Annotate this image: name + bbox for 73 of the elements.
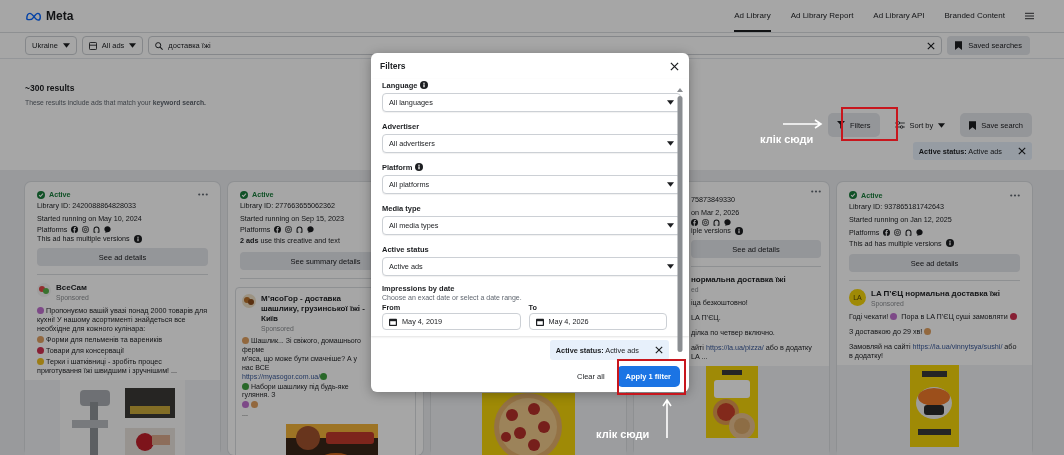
emoji-icon (242, 382, 249, 390)
search-icon (155, 41, 164, 50)
menu-icon[interactable] (1025, 12, 1034, 20)
caret-icon (667, 100, 674, 105)
bookmark-icon (955, 41, 963, 50)
emoji-icon (890, 313, 898, 320)
emoji-icon (37, 307, 44, 314)
annotation-label: клік сюди (760, 133, 814, 145)
close-icon[interactable] (670, 61, 679, 71)
pointer-arrow (662, 398, 672, 438)
platform-icon (916, 228, 924, 236)
dialog-title: Filters (380, 61, 406, 71)
check-icon (849, 191, 857, 200)
more-icon[interactable] (811, 190, 821, 193)
platform-icon (713, 219, 720, 226)
caret-icon (667, 141, 674, 146)
platform-icon (724, 219, 731, 226)
caret-icon (938, 122, 946, 128)
emoji-icon (320, 373, 328, 380)
clear-icon[interactable] (927, 41, 936, 50)
emoji-icon (924, 328, 932, 335)
platform-icon (702, 219, 709, 226)
platform-icon (894, 228, 902, 236)
platform-icon (296, 226, 304, 233)
caret-icon (129, 43, 137, 48)
check-icon (240, 190, 248, 199)
highlight-frame (617, 359, 686, 395)
platform-icon (82, 226, 90, 233)
sliders-icon (894, 121, 905, 129)
remove-icon[interactable] (1018, 147, 1026, 155)
platform-icon (104, 226, 112, 233)
nav-tab[interactable]: Ad Library (734, 0, 771, 32)
nav-tab[interactable]: Ad Library Report (790, 0, 854, 32)
nav-tab[interactable]: Ad Library API (873, 0, 925, 32)
pointer-arrow (783, 119, 823, 129)
emoji-icon (242, 337, 249, 344)
annotation-label: клік сюди (596, 428, 650, 440)
avatar-icon (242, 294, 256, 308)
calendar-icon (535, 317, 544, 326)
check-icon (37, 190, 45, 199)
avatar-icon (37, 283, 51, 297)
remove-icon[interactable] (655, 346, 663, 354)
info-icon (945, 239, 954, 248)
info-icon (133, 234, 142, 243)
logo-text: Meta (46, 9, 74, 23)
emoji-icon (1009, 313, 1017, 320)
info-icon (734, 226, 743, 235)
advertiser-name: нормальна доставка їжі (691, 275, 786, 285)
calendar-icon (389, 317, 397, 326)
more-icon[interactable] (198, 193, 208, 196)
more-icon[interactable] (1010, 193, 1020, 197)
platform-icon (905, 228, 913, 236)
advertiser-name: М’ясоГор - доставка шашлику, грузинської їжі - Київ (261, 294, 366, 324)
platform-icon (307, 226, 315, 233)
platform-icon (883, 228, 891, 236)
funnel-icon (837, 121, 846, 129)
platform-icon (71, 226, 79, 233)
grid-icon (88, 41, 97, 50)
highlight-frame (841, 107, 898, 141)
caret-icon (667, 264, 674, 269)
platform-icon (285, 226, 293, 233)
platform-icon (274, 226, 282, 233)
caret-icon (667, 223, 674, 228)
advertiser-name: LA П’ЄЦ нормальна доставка їжі (871, 289, 1000, 299)
caret-icon (667, 182, 674, 187)
nav-tab[interactable]: Branded Content (944, 0, 1005, 32)
bookmark-icon (969, 120, 977, 130)
logo-icon (25, 11, 43, 21)
caret-icon (62, 43, 70, 48)
platform-icon (93, 226, 101, 233)
results-count: ~300 results (25, 83, 76, 93)
advertiser-name: ВсеСам (56, 283, 88, 293)
platform-icon (691, 219, 698, 226)
